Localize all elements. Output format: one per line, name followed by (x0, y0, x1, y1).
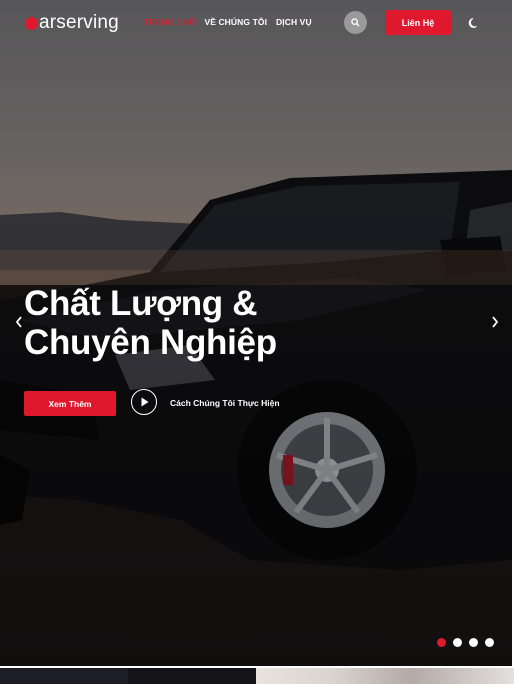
main-nav: TRANG CHỦ VỀ CHÚNG TÔI DỊCH VỤ (144, 17, 312, 27)
preview-tile-3 (256, 668, 514, 684)
play-icon (141, 397, 148, 407)
slider-next-button[interactable] (486, 312, 504, 332)
slider-dot-1[interactable] (437, 638, 446, 647)
logo[interactable]: arserving (25, 12, 119, 34)
chevron-right-icon (492, 316, 499, 328)
see-more-button[interactable]: Xem Thêm (24, 391, 116, 416)
moon-icon (468, 18, 477, 28)
page: arserving TRANG CHỦ VỀ CHÚNG TÔI DỊCH VỤ… (0, 0, 514, 684)
slider-dot-3[interactable] (469, 638, 478, 647)
hero-title-line-2: Chuyên Nghiệp (24, 323, 277, 362)
logo-mark-icon (25, 16, 38, 30)
search-icon (351, 18, 360, 27)
hero-title: Chất Lượng & Chuyên Nghiệp (24, 284, 277, 362)
nav-item-services[interactable]: DỊCH VỤ (276, 17, 312, 27)
hero-slider: arserving TRANG CHỦ VỀ CHÚNG TÔI DỊCH VỤ… (0, 0, 512, 666)
play-video-label[interactable]: Cách Chúng Tôi Thực Hiện (170, 398, 280, 408)
contact-button[interactable]: Liên Hệ (385, 10, 451, 35)
nav-item-home[interactable]: TRANG CHỦ (144, 17, 195, 27)
slider-pagination (437, 638, 494, 647)
nav-item-about[interactable]: VỀ CHÚNG TÔI (204, 17, 267, 27)
search-button[interactable] (344, 11, 367, 34)
play-video-button[interactable] (131, 389, 157, 415)
chevron-left-icon (15, 316, 22, 328)
slider-dot-2[interactable] (453, 638, 462, 647)
preview-tile-2 (128, 668, 256, 684)
preview-tile-1 (0, 668, 128, 684)
slider-dot-4[interactable] (485, 638, 494, 647)
hero-title-line-1: Chất Lượng & (24, 284, 258, 323)
logo-text: arserving (39, 12, 119, 33)
theme-toggle-button[interactable] (466, 15, 482, 31)
next-section-preview (0, 668, 514, 684)
